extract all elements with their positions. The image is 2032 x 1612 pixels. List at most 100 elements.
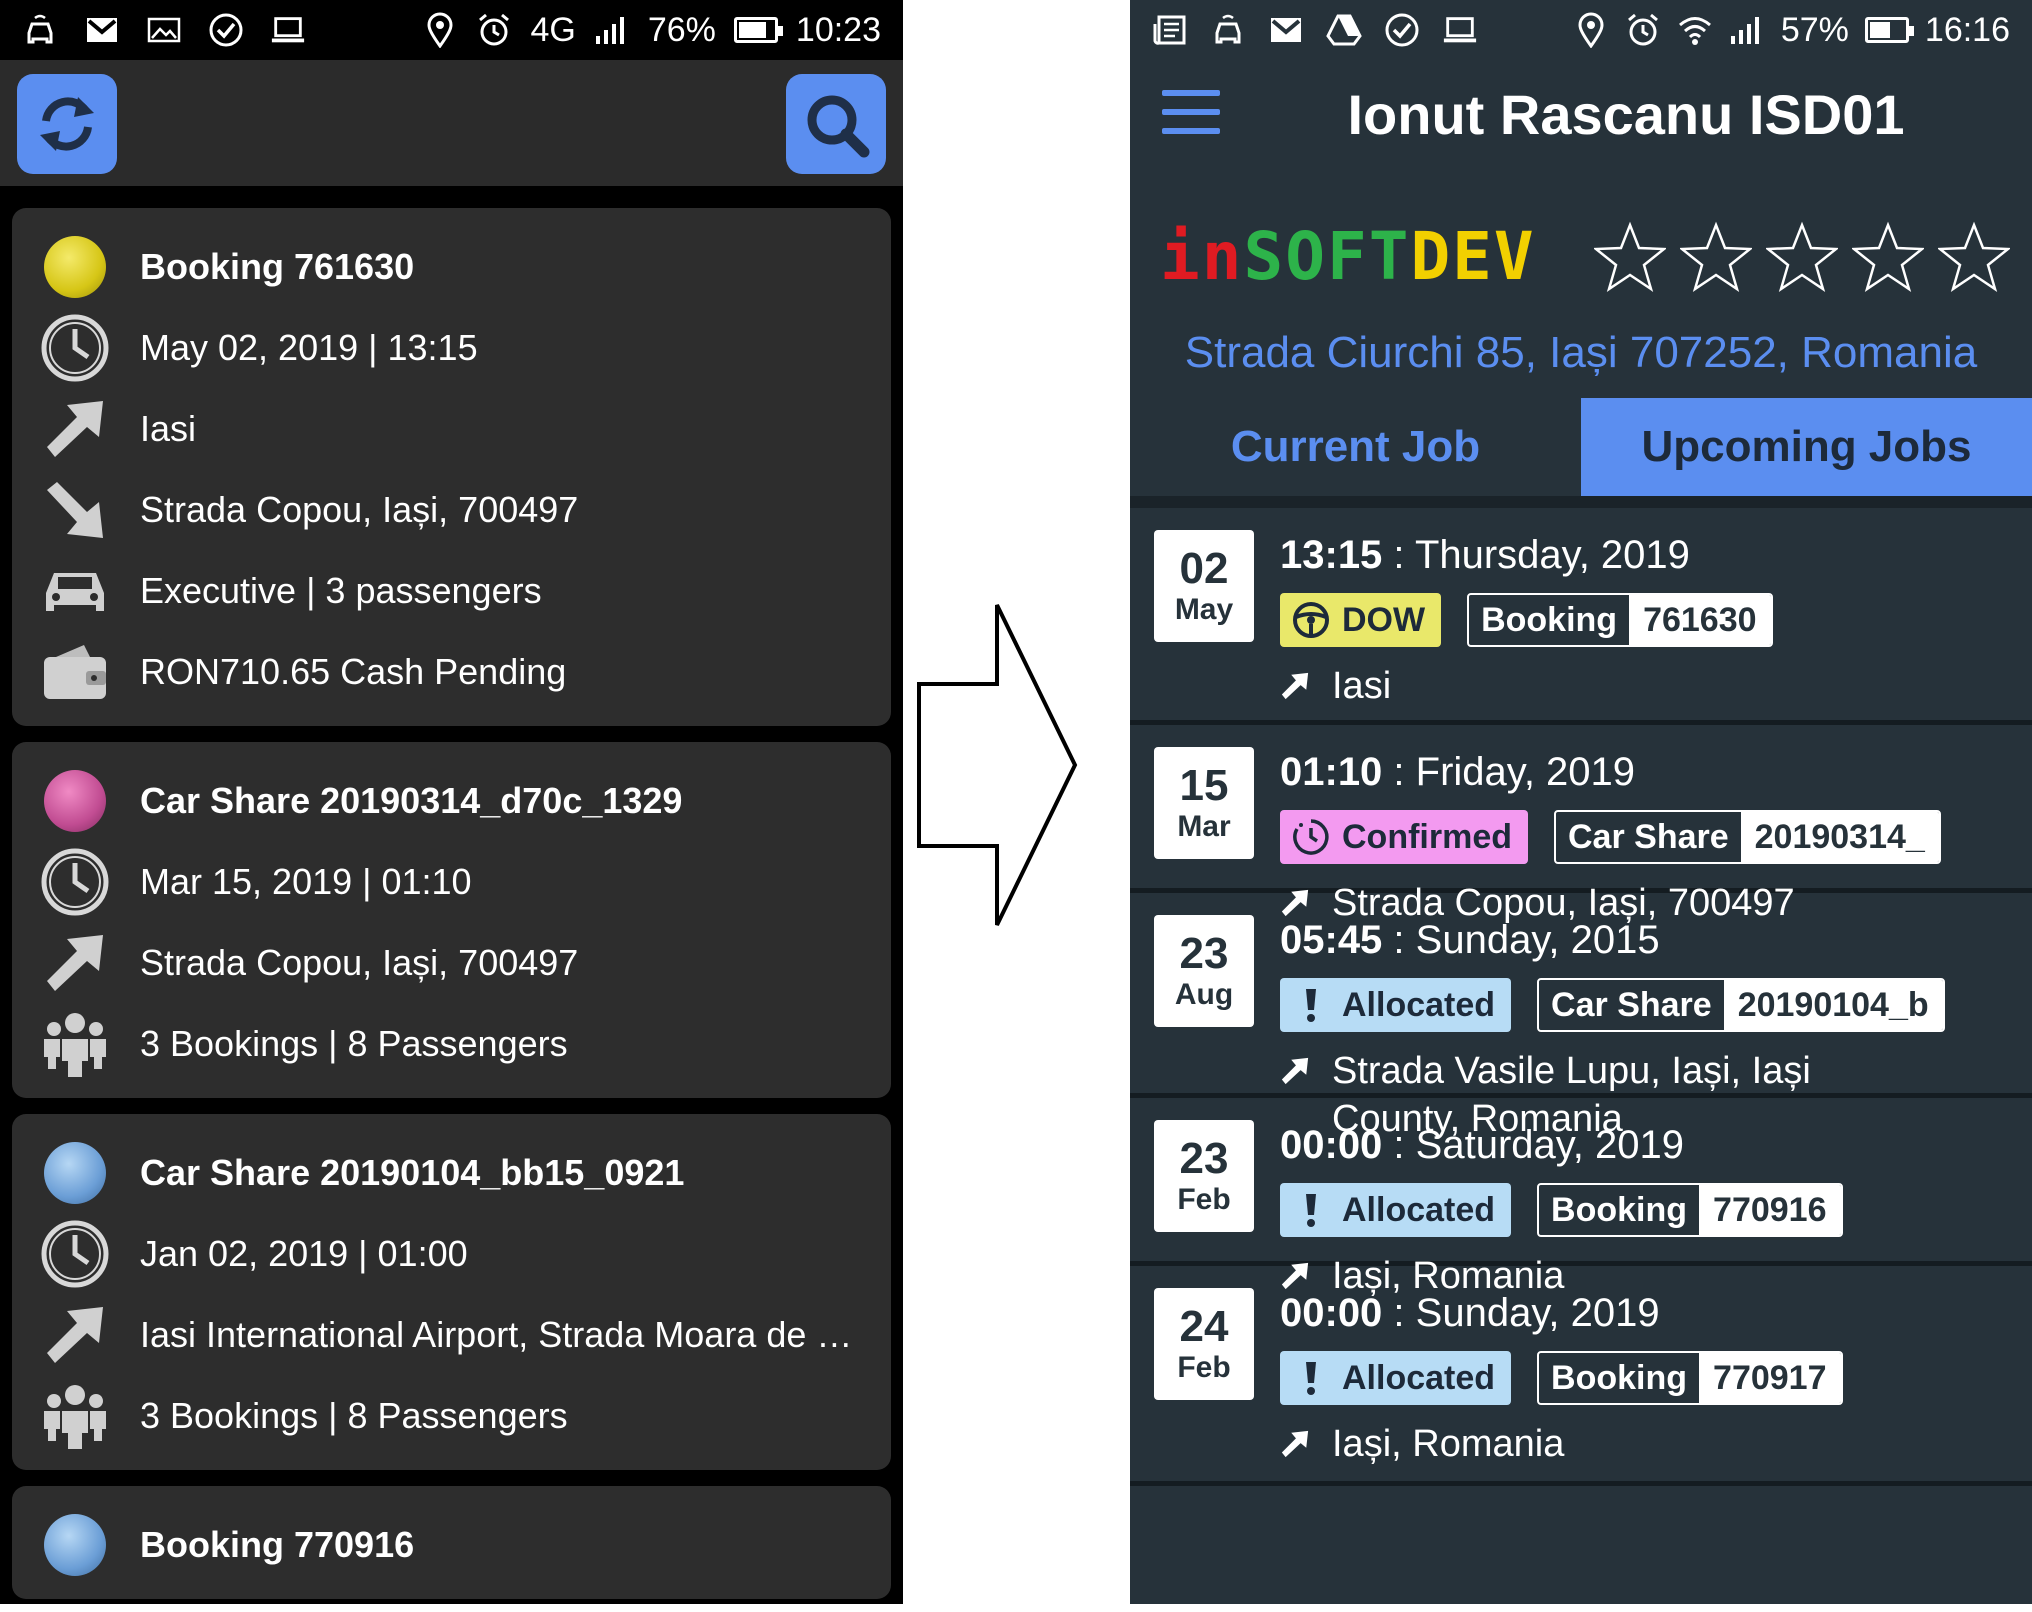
card-title: Booking 770916 bbox=[140, 1523, 415, 1565]
status-label: Allocated bbox=[1342, 1190, 1496, 1229]
job-day: 23 bbox=[1179, 928, 1229, 978]
status-bar: 4G 76% 10:23 bbox=[0, 0, 903, 60]
job-destination: Iasi bbox=[1332, 665, 1392, 707]
job-type-badge: Booking 770917 bbox=[1537, 1351, 1843, 1405]
upcoming-jobs-list: 02 May 13:15 : Thursday, 2019 DOW Bookin… bbox=[1130, 508, 2032, 1486]
card-title: Car Share 20190314_d70c_1329 bbox=[140, 779, 683, 821]
job-day: 23 bbox=[1179, 1133, 1229, 1183]
clock-icon bbox=[36, 843, 114, 921]
job-item[interactable]: 24 Feb 00:00 : Sunday, 2019 Allocated Bo… bbox=[1130, 1266, 2032, 1486]
card-row: Jan 02, 2019 | 01:00 bbox=[36, 1213, 867, 1294]
clock-icon bbox=[1292, 818, 1330, 856]
status-badge: Allocated bbox=[1280, 978, 1512, 1032]
card-title: Booking 761630 bbox=[140, 245, 415, 287]
job-day: 24 bbox=[1179, 1301, 1229, 1351]
job-time-row: 00:00 : Saturday, 2019 bbox=[1280, 1123, 1684, 1167]
wallet-icon bbox=[36, 633, 114, 711]
clock-icon bbox=[36, 309, 114, 387]
status-badge: Allocated bbox=[1280, 1351, 1512, 1405]
status-label: Allocated bbox=[1342, 1358, 1496, 1397]
status-label: DOW bbox=[1342, 600, 1426, 639]
card-row: 3 Bookings | 8 Passengers bbox=[36, 1003, 867, 1084]
card-bookings: 3 Bookings | 8 Passengers bbox=[140, 1394, 568, 1436]
job-item[interactable]: 23 Feb 00:00 : Saturday, 2019 Allocated … bbox=[1130, 1098, 2032, 1297]
card-datetime: Jan 02, 2019 | 01:00 bbox=[140, 1232, 468, 1274]
alarm-icon bbox=[476, 12, 512, 48]
status-badge: Allocated bbox=[1280, 1183, 1512, 1237]
star-icon bbox=[1680, 221, 1752, 292]
card-datetime: Mar 15, 2019 | 01:10 bbox=[140, 860, 472, 902]
date-box: 24 Feb bbox=[1154, 1288, 1254, 1400]
exclamation-icon bbox=[1292, 1191, 1330, 1229]
job-destination-row: Iași, Romania bbox=[1280, 1420, 2032, 1468]
job-destination-row: Iasi bbox=[1280, 662, 2032, 710]
check-circle-icon bbox=[208, 12, 244, 48]
status-bar: 57% 16:16 bbox=[1130, 0, 2032, 60]
pickup-arrow-icon bbox=[36, 1296, 114, 1374]
card-title: Car Share 20190104_bb15_0921 bbox=[140, 1151, 685, 1193]
toolbar bbox=[0, 60, 903, 186]
battery-percent: 57% bbox=[1780, 10, 1849, 49]
transition-arrow-icon bbox=[917, 604, 1078, 926]
location-icon bbox=[1573, 12, 1609, 48]
clock-time: 16:16 bbox=[1924, 10, 2010, 49]
brand-row: inSOFTDEV bbox=[1160, 212, 2010, 302]
job-type-badge: Car Share 20190314_ bbox=[1554, 810, 1941, 864]
job-item[interactable]: 23 Aug 05:45 : Sunday, 2015 Allocated Ca… bbox=[1130, 893, 2032, 1140]
driver-name: Ionut Rascanu ISD01 bbox=[1347, 83, 1905, 146]
refresh-button[interactable] bbox=[17, 74, 117, 174]
job-month: Feb bbox=[1177, 1183, 1231, 1217]
search-button[interactable] bbox=[786, 74, 886, 174]
job-month: May bbox=[1174, 593, 1234, 627]
star-icon bbox=[1938, 221, 2010, 292]
network-type: 4G bbox=[530, 10, 576, 49]
car-notification-icon bbox=[1210, 12, 1246, 48]
pickup-arrow-icon bbox=[1280, 1420, 1318, 1468]
job-number: 770917 bbox=[1699, 1353, 1841, 1403]
tab-upcoming-jobs[interactable]: Upcoming Jobs bbox=[1581, 398, 2032, 496]
job-number: 20190314_ bbox=[1740, 812, 1939, 862]
location-icon bbox=[422, 12, 458, 48]
exclamation-icon bbox=[1292, 986, 1330, 1024]
tabs-divider bbox=[1130, 496, 2032, 508]
job-destination: Iași, Romania bbox=[1332, 1423, 1565, 1465]
drive-icon bbox=[1326, 12, 1362, 48]
booking-card[interactable]: Booking 761630 May 02, 2019 | 13:15 Iasi… bbox=[12, 208, 891, 726]
job-month: Feb bbox=[1177, 1351, 1231, 1385]
clock-icon bbox=[36, 1215, 114, 1293]
card-row: Strada Copou, Iași, 700497 bbox=[36, 469, 867, 550]
card-row: RON710.65 Cash Pending bbox=[36, 631, 867, 712]
dropoff-arrow-icon bbox=[36, 471, 114, 549]
job-item[interactable]: 02 May 13:15 : Thursday, 2019 DOW Bookin… bbox=[1130, 508, 2032, 725]
search-icon bbox=[807, 95, 870, 158]
card-title-row: Booking 761630 bbox=[36, 226, 867, 307]
card-row: Iasi bbox=[36, 388, 867, 469]
battery-icon bbox=[1864, 17, 1914, 43]
signal-icon bbox=[594, 12, 630, 48]
status-badge: Confirmed bbox=[1280, 810, 1528, 864]
tab-current-job[interactable]: Current Job bbox=[1130, 398, 1581, 496]
card-row: Mar 15, 2019 | 01:10 bbox=[36, 841, 867, 922]
image-icon bbox=[146, 12, 182, 48]
carshare-card[interactable]: Car Share 20190314_d70c_1329 Mar 15, 201… bbox=[12, 742, 891, 1098]
job-day: 02 bbox=[1179, 543, 1229, 593]
card-payment: RON710.65 Cash Pending bbox=[140, 650, 567, 692]
driver-rating bbox=[1594, 221, 2010, 293]
job-day: 15 bbox=[1179, 760, 1229, 810]
job-type-badge: Car Share 20190104_b bbox=[1537, 978, 1945, 1032]
job-when: Thursday, 2019 bbox=[1414, 533, 1690, 577]
check-circle-icon bbox=[1384, 12, 1420, 48]
wifi-icon bbox=[1677, 12, 1713, 48]
job-type-badge: Booking 761630 bbox=[1467, 593, 1773, 647]
news-icon bbox=[1152, 12, 1188, 48]
battery-percent: 76% bbox=[647, 10, 716, 49]
carshare-card[interactable]: Car Share 20190104_bb15_0921 Jan 02, 201… bbox=[12, 1114, 891, 1470]
card-pickup: Iasi International Airport, Strada Moara… bbox=[140, 1313, 867, 1355]
job-type: Car Share bbox=[1551, 985, 1712, 1024]
job-time: 05:45 bbox=[1280, 918, 1383, 962]
job-item[interactable]: 15 Mar 01:10 : Friday, 2019 Confirmed Ca… bbox=[1130, 725, 2032, 924]
job-tabs: Current Job Upcoming Jobs bbox=[1130, 398, 2032, 496]
laptop-icon bbox=[270, 12, 306, 48]
laptop-icon bbox=[1442, 12, 1478, 48]
booking-card[interactable]: Booking 770916 bbox=[12, 1486, 891, 1599]
